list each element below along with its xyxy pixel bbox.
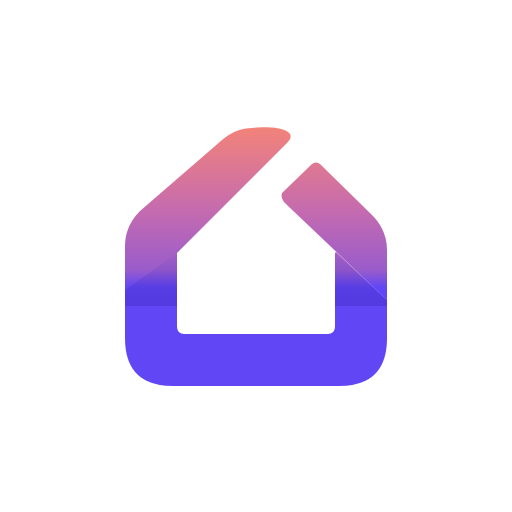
- house-icon: [125, 127, 387, 386]
- app-logo-canvas: [0, 0, 512, 512]
- house-roof-right-shape: [281, 162, 387, 300]
